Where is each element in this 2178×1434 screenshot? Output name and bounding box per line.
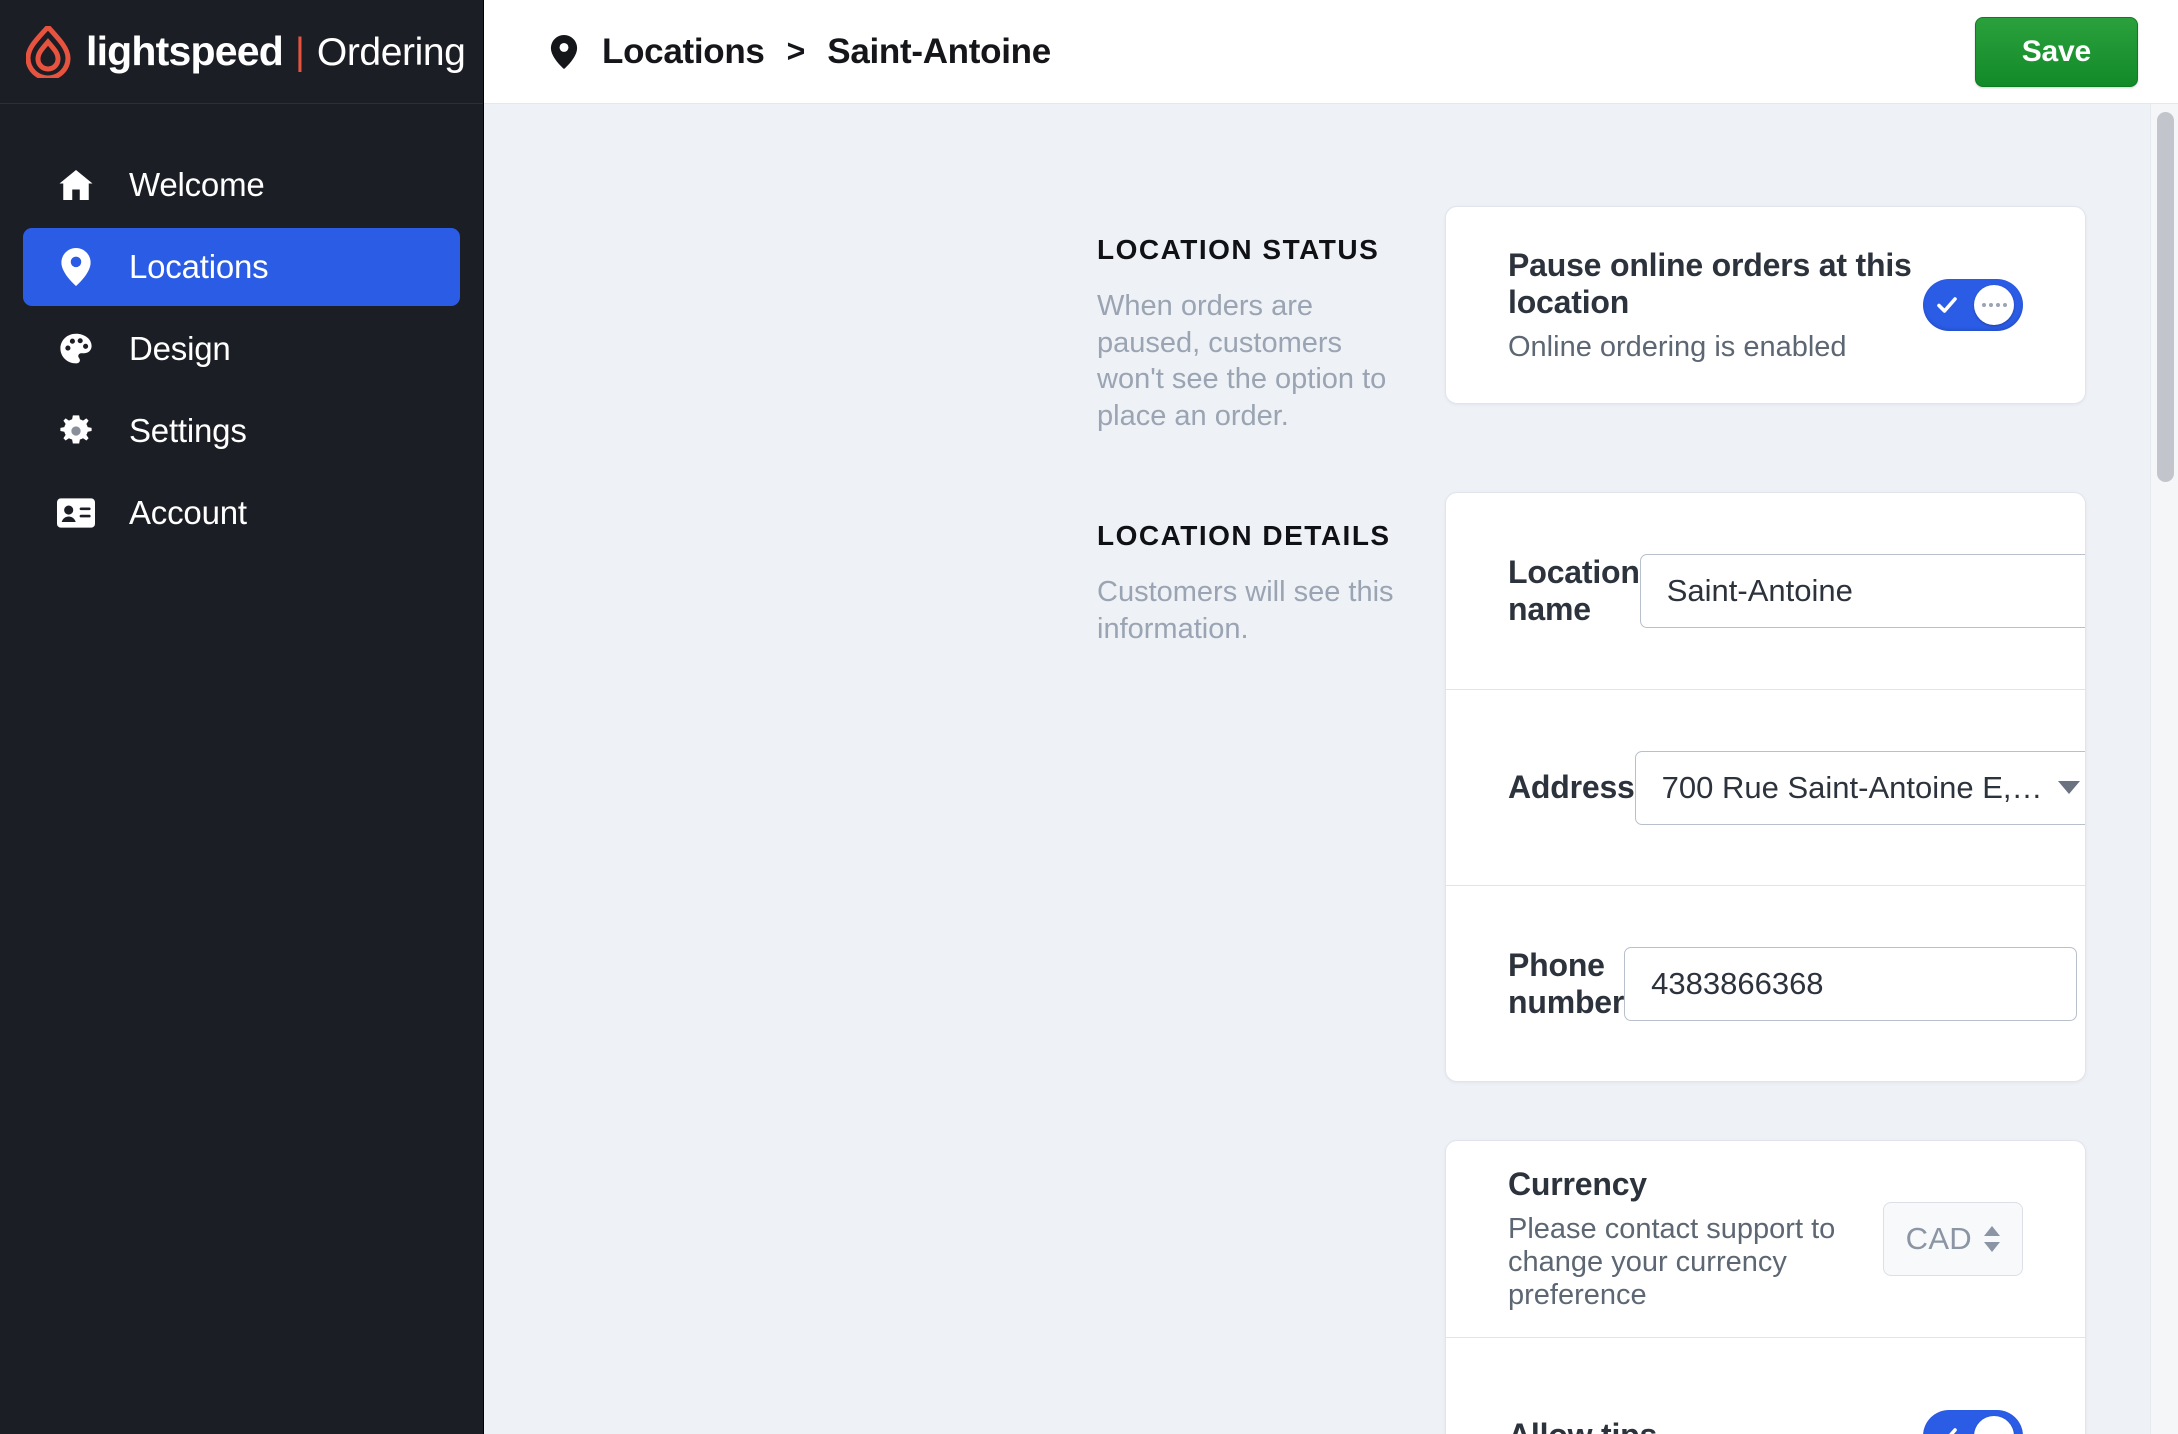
breadcrumb-current: Saint-Antoine [827,31,1051,71]
topbar: Locations > Saint-Antoine Save [484,0,2178,104]
pause-orders-label: Pause online orders at this location [1508,246,1912,320]
sidebar-item-locations[interactable]: Locations [23,228,460,306]
brand-name: lightspeed [86,28,284,74]
breadcrumb-separator: > [786,33,806,69]
section-description: Customers will see this information. [1097,576,1394,645]
toggle-knob [1974,1415,2014,1434]
currency-label: Currency [1508,1166,1647,1203]
check-icon [1948,1427,1957,1434]
section-title: LOCATION STATUS [1097,234,1380,265]
home-icon [57,166,95,204]
location-name-input[interactable] [1639,554,2085,629]
location-status-card: Pause online orders at this location Onl… [1445,206,2086,404]
allow-tips-label: Allow tips [1508,1417,1657,1434]
phone-number-input[interactable] [1624,946,2078,1021]
currency-sublabel: Please contact support to change your cu… [1508,1213,1836,1312]
content-inner: LOCATION STATUS When orders are paused, … [484,206,2178,1434]
chevron-down-icon [2057,781,2080,795]
location-details-card: Location name Address 700 Rue Saint-Anto… [1445,492,2086,1083]
address-value: 700 Rue Saint-Antoine E, Mo... [1661,769,2044,805]
preferences-card: Currency Please contact support to chang… [1445,1140,2086,1434]
sidebar-item-label: Settings [129,412,247,449]
allow-tips-toggle[interactable] [1923,1409,2023,1434]
currency-row: Currency Please contact support to chang… [1446,1141,2085,1337]
currency-value: CAD [1905,1221,1972,1257]
stepper-chevrons-icon [1984,1226,2000,1253]
lightspeed-flame-icon [26,25,71,78]
save-button[interactable]: Save [1974,16,2138,87]
section-location-details: LOCATION DETAILS Customers will see this… [1097,492,2086,1083]
toggle-knob [1974,285,2014,325]
pause-orders-sublabel: Online ordering is enabled [1508,330,1847,363]
address-label: Address [1508,769,1635,806]
sidebar-item-label: Design [129,330,231,367]
address-select[interactable]: 700 Rue Saint-Antoine E, Mo... [1634,750,2085,825]
address-row: Address 700 Rue Saint-Antoine E, Mo... [1446,689,2085,885]
breadcrumb: Locations > Saint-Antoine [550,32,1051,72]
brand-logo-area[interactable]: lightspeed | Ordering [0,0,483,104]
brand-separator: | [295,31,305,73]
sidebar-item-label: Welcome [129,166,265,203]
map-pin-icon [550,34,580,69]
check-icon [1937,297,1957,313]
palette-icon [57,330,95,368]
pause-orders-toggle[interactable] [1923,279,2023,331]
location-name-row: Location name [1446,493,2085,689]
section-aside: LOCATION STATUS When orders are paused, … [1097,206,1445,434]
sidebar-item-design[interactable]: Design [23,310,460,388]
pause-orders-row: Pause online orders at this location Onl… [1446,207,2085,403]
sidebar-item-label: Locations [129,248,269,285]
main-panel: Locations > Saint-Antoine Save LOCATION … [484,0,2178,1434]
section-title: LOCATION DETAILS [1097,520,1391,552]
section-aside: LOCATION DETAILS Customers will see this… [1097,492,1445,647]
phone-number-row: Phone number [1446,885,2085,1081]
currency-select: CAD [1882,1202,2023,1277]
phone-number-label: Phone number [1508,946,1625,1020]
brand-product: Ordering [316,31,466,74]
sidebar: lightspeed | Ordering Welcome Locations … [0,0,484,1434]
gear-icon [57,412,95,450]
sidebar-item-account[interactable]: Account [23,474,460,552]
vertical-scrollbar[interactable] [2150,104,2178,1434]
brand-text: lightspeed | Ordering [86,28,466,75]
section-location-status: LOCATION STATUS When orders are paused, … [1097,206,2086,434]
sidebar-item-welcome[interactable]: Welcome [23,146,460,224]
sidebar-nav: Welcome Locations Design Settings Accoun… [0,104,483,552]
content-scroll-area: LOCATION STATUS When orders are paused, … [484,104,2178,1434]
section-description: When orders are paused, customers won't … [1097,290,1387,432]
location-name-label: Location name [1508,554,1640,628]
breadcrumb-locations[interactable]: Locations [602,32,765,72]
pause-orders-text: Pause online orders at this location Onl… [1508,247,1923,364]
id-card-icon [57,494,95,532]
section-aside-empty [1097,1140,1445,1168]
section-preferences: Currency Please contact support to chang… [1097,1140,2086,1434]
map-pin-icon [57,248,95,286]
sidebar-item-settings[interactable]: Settings [23,392,460,470]
sidebar-item-label: Account [129,494,247,531]
app-window: lightspeed | Ordering Welcome Locations … [0,0,2178,1434]
allow-tips-row: Allow tips [1446,1337,2085,1434]
currency-text: Currency Please contact support to chang… [1508,1166,1883,1312]
scrollbar-thumb[interactable] [2157,112,2174,482]
